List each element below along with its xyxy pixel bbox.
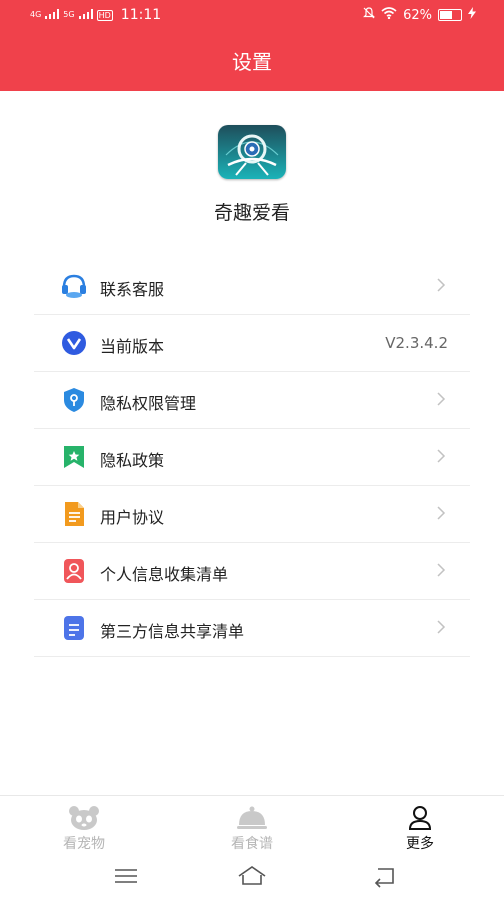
chevron-right-icon — [436, 505, 446, 521]
mute-icon — [363, 7, 376, 23]
app-logo-icon — [218, 125, 286, 179]
menu-item-label: 当前版本 — [100, 337, 165, 356]
bottom-tab-bar: 看宠物 看食谱 更多 — [0, 795, 504, 856]
chevron-right-icon — [436, 277, 446, 293]
menu-item-label: 个人信息收集清单 — [100, 565, 229, 584]
menu-item-label: 用户协议 — [100, 508, 165, 527]
menu-item-label: 隐私政策 — [100, 451, 165, 470]
back-icon[interactable] — [368, 864, 400, 888]
chevron-right-icon — [436, 562, 446, 578]
menu-item-contact-support[interactable]: 联系客服 — [34, 258, 470, 315]
tab-recipes[interactable]: 看食谱 — [192, 796, 312, 856]
hd-badge: HD — [96, 9, 113, 21]
wifi-icon — [381, 7, 397, 23]
chevron-right-icon — [436, 619, 446, 635]
tab-more[interactable]: 更多 — [360, 796, 480, 856]
menu-item-label: 第三方信息共享清单 — [100, 622, 245, 641]
menu-item-privacy-policy[interactable]: 隐私政策 — [34, 429, 470, 486]
battery-percent: 62% — [403, 7, 432, 23]
version-icon — [60, 330, 88, 356]
menu-item-label: 隐私权限管理 — [100, 394, 197, 413]
status-bar: 4G 5G HD 11:11 62% — [0, 0, 504, 32]
header-bar: 4G 5G HD 11:11 62% 设置 — [0, 0, 504, 91]
person-card-icon — [60, 558, 88, 584]
user-icon — [404, 805, 436, 831]
document-icon — [60, 501, 88, 527]
signal-bars-icon — [78, 8, 93, 23]
menu-item-label: 联系客服 — [100, 280, 165, 299]
chevron-right-icon — [436, 391, 446, 407]
menu-icon[interactable] — [110, 864, 142, 888]
headset-icon — [60, 273, 88, 299]
settings-list: 联系客服 当前版本 V2.3.4.2 隐私权限管理 隐私政策 用户协议 个人信息… — [34, 258, 470, 657]
panda-icon — [68, 805, 100, 831]
menu-item-current-version[interactable]: 当前版本 V2.3.4.2 — [34, 315, 470, 372]
tab-label: 看食谱 — [231, 836, 273, 852]
menu-item-user-agreement[interactable]: 用户协议 — [34, 486, 470, 543]
page-title: 设置 — [232, 50, 272, 74]
battery-icon — [438, 9, 462, 21]
menu-item-third-party-sharing-list[interactable]: 第三方信息共享清单 — [34, 600, 470, 657]
charging-icon — [468, 7, 476, 23]
tab-pets[interactable]: 看宠物 — [24, 796, 144, 856]
cellular-signal-5g: 5G — [63, 10, 75, 19]
signal-bars-icon — [45, 8, 60, 23]
shield-icon — [60, 387, 88, 413]
version-value: V2.3.4.2 — [385, 334, 448, 352]
app-name: 奇趣爱看 — [213, 202, 290, 224]
chevron-right-icon — [436, 448, 446, 464]
home-icon[interactable] — [236, 864, 268, 888]
menu-item-privacy-permissions[interactable]: 隐私权限管理 — [34, 372, 470, 429]
cloche-icon — [236, 805, 268, 831]
tab-label: 更多 — [406, 836, 434, 852]
status-time: 11:11 — [120, 7, 162, 23]
tab-label: 看宠物 — [63, 836, 105, 852]
file-list-icon — [60, 615, 88, 641]
bookmark-icon — [60, 444, 88, 470]
menu-item-personal-info-list[interactable]: 个人信息收集清单 — [34, 543, 470, 600]
battery-level-fill — [440, 11, 452, 19]
system-navigation-bar — [0, 856, 504, 898]
cellular-signal-4g: 4G — [30, 10, 42, 19]
